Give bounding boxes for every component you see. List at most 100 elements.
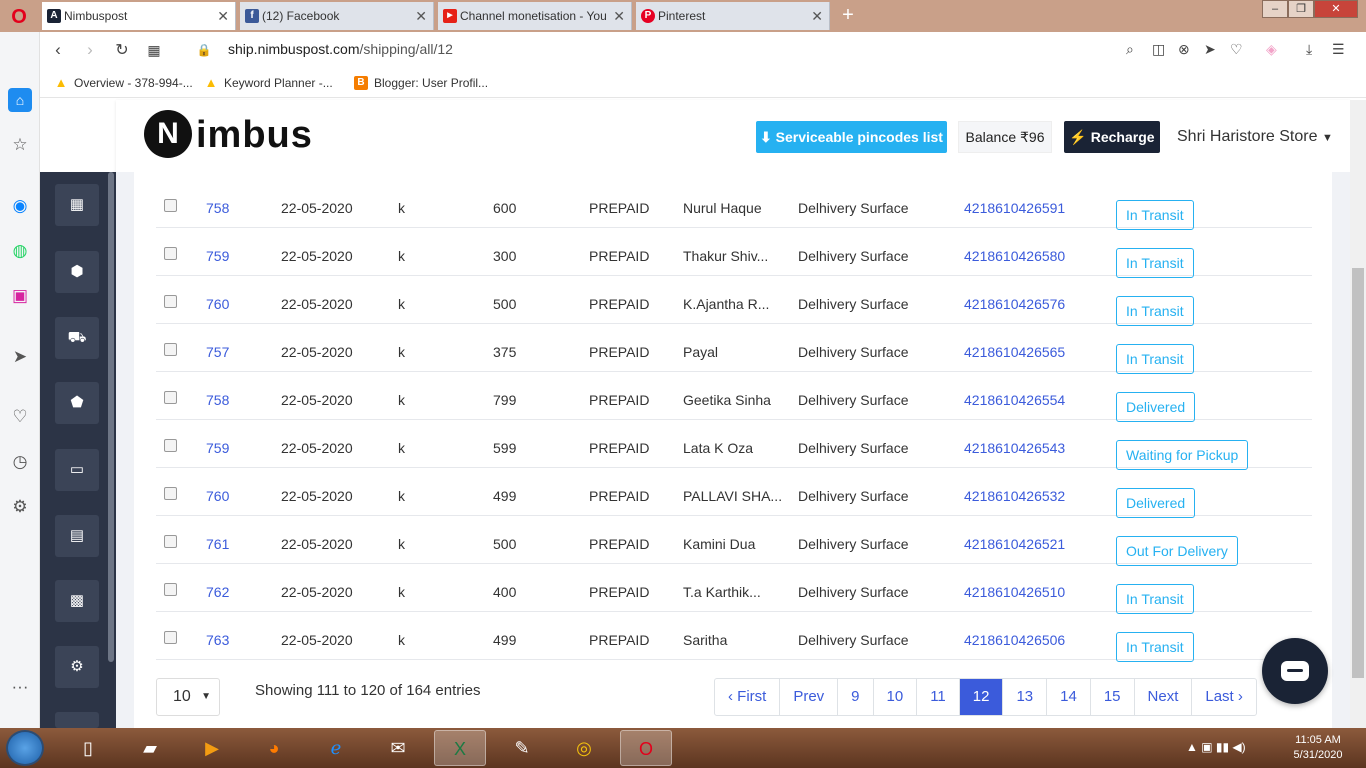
system-tray[interactable]: ▲ ▣ ▮▮ ◀): [1186, 740, 1246, 754]
status-badge[interactable]: In Transit: [1116, 584, 1194, 614]
settings-gear-icon[interactable]: ⚙: [55, 646, 99, 688]
page-button[interactable]: 11: [917, 679, 960, 715]
new-tab-plus-icon[interactable]: +: [838, 4, 858, 26]
status-badge[interactable]: In Transit: [1116, 632, 1194, 662]
page-button[interactable]: 14: [1047, 679, 1091, 715]
home-icon[interactable]: ⌂: [8, 88, 32, 112]
excel-icon[interactable]: X: [434, 730, 486, 766]
internet-explorer-icon[interactable]: ℯ: [310, 730, 362, 766]
paint-icon[interactable]: ✎: [496, 730, 548, 766]
status-badge[interactable]: Out For Delivery: [1116, 536, 1238, 566]
snapshot-icon[interactable]: ◫: [1152, 41, 1165, 58]
awb-link[interactable]: 4218610426510: [964, 584, 1065, 600]
status-badge[interactable]: In Transit: [1116, 344, 1194, 374]
url-field[interactable]: ship.nimbuspost.com/shipping/all/12: [228, 41, 453, 57]
document-icon[interactable]: ▤: [55, 515, 99, 557]
row-checkbox[interactable]: [164, 439, 177, 452]
clock[interactable]: 11:05 AM 5/31/2020: [1288, 733, 1348, 763]
messenger-icon[interactable]: ◉: [8, 194, 32, 218]
row-checkbox[interactable]: [164, 583, 177, 596]
shipment-id-link[interactable]: 759: [206, 248, 229, 264]
back-icon[interactable]: ‹: [48, 40, 68, 60]
extension-cube-icon[interactable]: ◈: [1266, 41, 1277, 58]
whatsapp-icon[interactable]: ◍: [8, 239, 32, 263]
row-checkbox[interactable]: [164, 343, 177, 356]
status-badge[interactable]: In Transit: [1116, 200, 1194, 230]
row-checkbox[interactable]: [164, 631, 177, 644]
page-button[interactable]: 10: [874, 679, 918, 715]
forward-icon[interactable]: ›: [80, 40, 100, 60]
page-button[interactable]: Next: [1135, 679, 1193, 715]
close-tab-icon[interactable]: ✕: [811, 2, 823, 30]
box-icon[interactable]: ⬢: [55, 251, 99, 293]
status-badge[interactable]: In Transit: [1116, 248, 1194, 278]
page-button[interactable]: 9: [838, 679, 874, 715]
awb-link[interactable]: 4218610426506: [964, 632, 1065, 648]
history-clock-icon[interactable]: ◷: [8, 450, 32, 474]
shipment-id-link[interactable]: 758: [206, 392, 229, 408]
scrollbar-thumb[interactable]: [1352, 268, 1364, 678]
awb-link[interactable]: 4218610426543: [964, 440, 1065, 456]
close-window-icon[interactable]: ✕: [1314, 0, 1358, 18]
status-badge[interactable]: Waiting for Pickup: [1116, 440, 1249, 470]
awb-link[interactable]: 4218610426591: [964, 200, 1065, 216]
shipment-id-link[interactable]: 760: [206, 296, 229, 312]
file-explorer-icon[interactable]: ▰: [124, 730, 176, 766]
bookmark-keyword-planner[interactable]: ▲ Keyword Planner -...: [204, 76, 333, 91]
row-checkbox[interactable]: [164, 487, 177, 500]
row-checkbox[interactable]: [164, 391, 177, 404]
menu-icon[interactable]: ☰: [1332, 41, 1345, 58]
close-tab-icon[interactable]: ✕: [217, 2, 229, 30]
instagram-icon[interactable]: ▣: [8, 284, 32, 308]
truck-icon[interactable]: ⛟: [55, 317, 99, 359]
start-button[interactable]: [6, 730, 44, 766]
tab-youtube[interactable]: ▶ Channel monetisation - You ✕: [438, 2, 632, 30]
return-package-icon[interactable]: ⬟: [55, 382, 99, 424]
awb-link[interactable]: 4218610426565: [964, 344, 1065, 360]
page-button[interactable]: Last ›: [1192, 679, 1256, 715]
opera-taskbar-icon[interactable]: O: [620, 730, 672, 766]
recharge-button[interactable]: ⚡ Recharge: [1064, 121, 1160, 153]
page-button[interactable]: 15: [1091, 679, 1135, 715]
store-dropdown[interactable]: Shri Haristore Store ▼: [1177, 128, 1333, 146]
awb-link[interactable]: 4218610426532: [964, 488, 1065, 504]
row-checkbox[interactable]: [164, 535, 177, 548]
chat-widget-button[interactable]: [1262, 638, 1328, 704]
money-icon[interactable]: ▭: [55, 449, 99, 491]
mail-icon[interactable]: ✉: [372, 730, 424, 766]
awb-link[interactable]: 4218610426521: [964, 536, 1065, 552]
download-icon[interactable]: ⤓: [1306, 41, 1312, 58]
tab-pinterest[interactable]: P Pinterest ✕: [636, 2, 830, 30]
page-button[interactable]: 13: [1003, 679, 1048, 715]
serviceable-pincodes-button[interactable]: ⬇ Serviceable pincodes list: [756, 121, 947, 153]
shipment-id-link[interactable]: 759: [206, 440, 229, 456]
row-checkbox[interactable]: [164, 199, 177, 212]
awb-link[interactable]: 4218610426580: [964, 248, 1065, 264]
zoom-icon[interactable]: ⌕: [1126, 41, 1134, 58]
tab-facebook[interactable]: f (12) Facebook ✕: [240, 2, 434, 30]
firefox-icon[interactable]: ◕: [248, 730, 300, 766]
dashboard-icon[interactable]: ▦: [55, 184, 99, 226]
close-tab-icon[interactable]: ✕: [415, 2, 427, 30]
heart-icon[interactable]: ♡: [1230, 41, 1243, 58]
minimize-icon[interactable]: –: [1262, 0, 1288, 18]
shipment-id-link[interactable]: 758: [206, 200, 229, 216]
row-checkbox[interactable]: [164, 247, 177, 260]
row-checkbox[interactable]: [164, 295, 177, 308]
media-player-icon[interactable]: ▶: [186, 730, 238, 766]
reload-icon[interactable]: ↻: [112, 40, 132, 60]
more-icon[interactable]: [55, 712, 99, 728]
awb-link[interactable]: 4218610426554: [964, 392, 1065, 408]
shipment-id-link[interactable]: 762: [206, 584, 229, 600]
per-page-select[interactable]: 10 ▼: [156, 678, 220, 716]
page-button[interactable]: ‹ First: [715, 679, 781, 715]
heart-icon[interactable]: ♡: [8, 405, 32, 429]
page-button[interactable]: Prev: [780, 679, 839, 715]
opera-logo-icon[interactable]: O: [8, 6, 30, 28]
tab-nimbuspost[interactable]: A Nimbuspost ✕: [42, 2, 236, 30]
send-icon[interactable]: ➤: [1204, 41, 1216, 58]
more-dots-icon[interactable]: ···: [8, 675, 32, 699]
bookmark-blogger[interactable]: B Blogger: User Profil...: [354, 76, 488, 90]
status-badge[interactable]: Delivered: [1116, 488, 1196, 518]
adblock-icon[interactable]: ⊗: [1178, 41, 1190, 58]
